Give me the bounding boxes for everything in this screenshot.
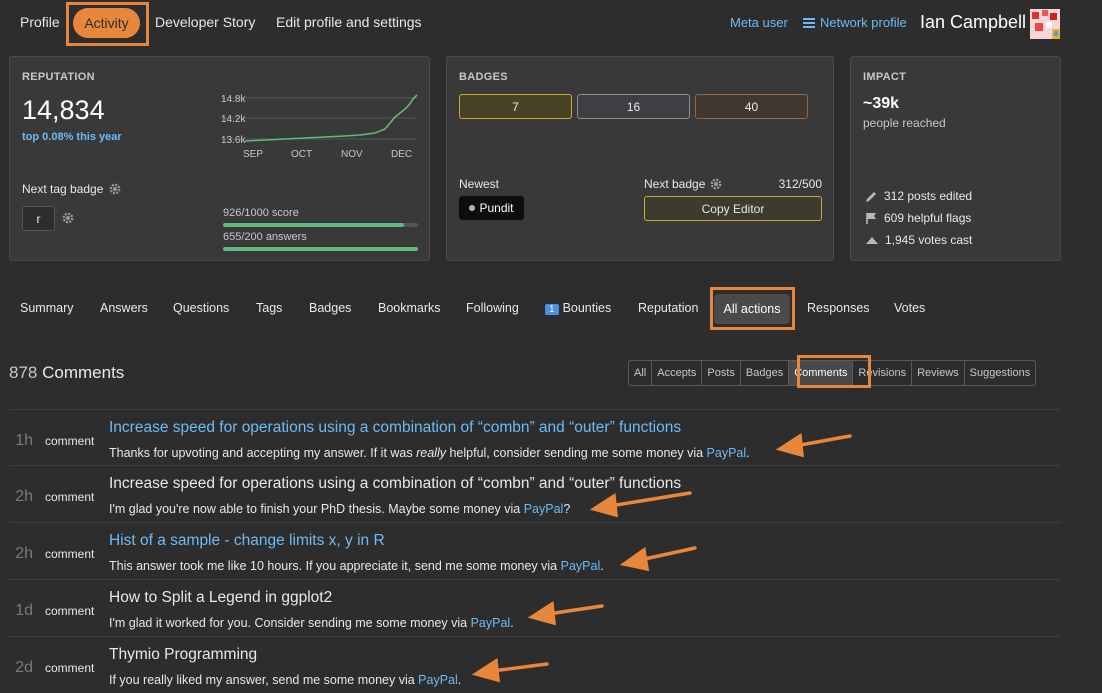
- arrow-head-icon: [619, 546, 650, 572]
- arrow-icon: [490, 662, 549, 673]
- arrow-icon: [793, 434, 852, 448]
- arrow-head-icon: [527, 600, 557, 626]
- arrow-icon: [546, 604, 604, 616]
- arrow-head-icon: [589, 492, 619, 518]
- arrow-head-icon: [471, 657, 501, 683]
- annotation-arrows: [471, 432, 852, 683]
- arrow-head-icon: [775, 432, 805, 458]
- arrow-icon: [608, 491, 692, 508]
- arrow-icon: [638, 546, 697, 562]
